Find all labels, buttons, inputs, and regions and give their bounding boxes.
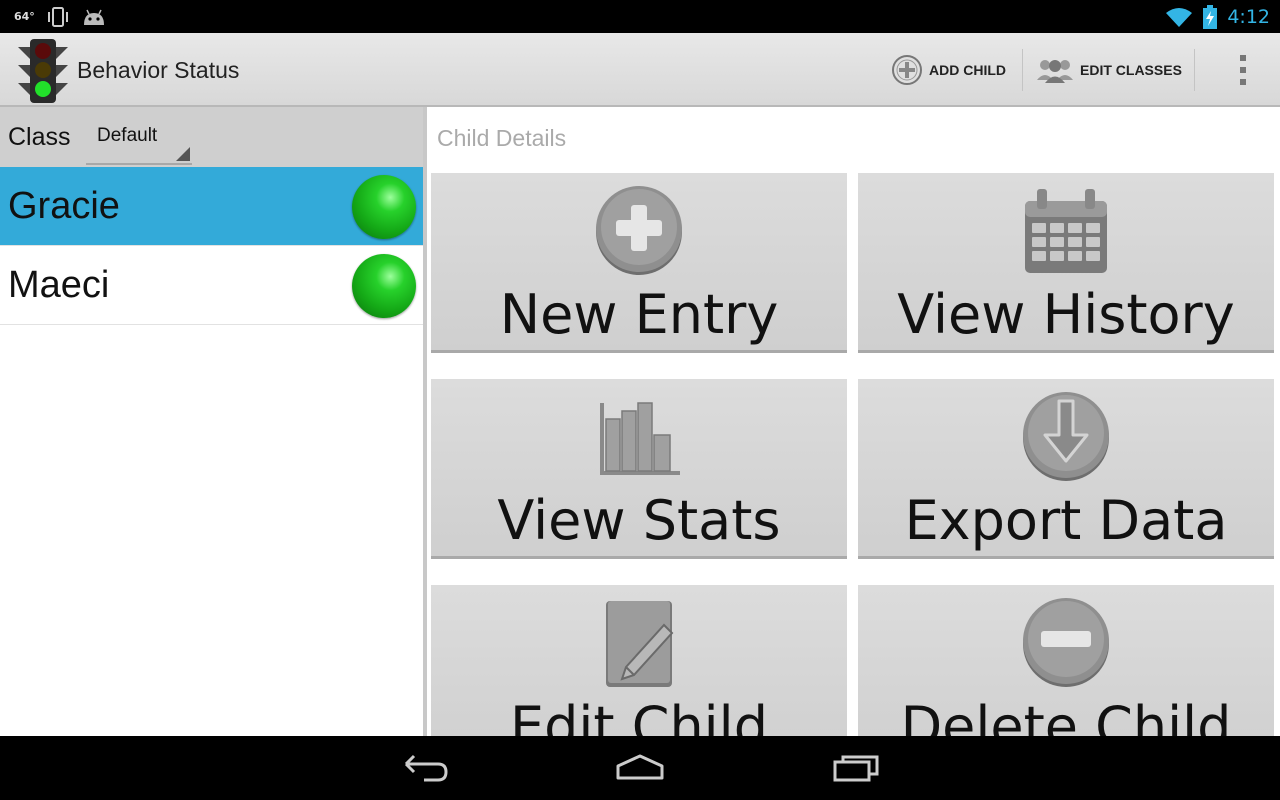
child-details-pane: Child Details New Entry View History Vie… — [427, 107, 1280, 736]
status-bar: 64° 4:12 — [0, 0, 1280, 33]
child-name: Gracie — [8, 185, 120, 227]
delete-child-button[interactable]: Delete Child — [858, 585, 1274, 736]
children-list-pane: Class Default Gracie Maeci — [0, 107, 423, 736]
add-child-button[interactable]: ADD CHILD — [891, 33, 1006, 107]
clock-text: 4:12 — [1227, 5, 1270, 28]
green-status-icon — [352, 175, 416, 239]
list-item-child[interactable]: Gracie — [0, 167, 423, 246]
class-spinner-value: Default — [97, 125, 158, 146]
action-separator — [1194, 49, 1195, 91]
green-status-icon — [352, 254, 416, 318]
navigation-bar — [0, 736, 1280, 800]
edit-icon — [606, 601, 674, 687]
view-stats-button[interactable]: View Stats — [431, 379, 847, 559]
list-item-child[interactable]: Maeci — [0, 246, 423, 325]
edit-classes-label: EDIT CLASSES — [1080, 62, 1182, 78]
action-bar: Behavior Status ADD CHILD EDIT CLASSES — [0, 33, 1280, 107]
child-name: Maeci — [8, 264, 110, 306]
vibrate-icon — [47, 6, 68, 27]
plus-circle-icon — [596, 186, 682, 275]
overflow-menu-icon[interactable] — [1236, 55, 1250, 85]
recent-apps-icon[interactable] — [827, 748, 887, 788]
class-spinner[interactable]: Default — [86, 119, 192, 165]
new-entry-button[interactable]: New Entry — [431, 173, 847, 353]
view-history-button[interactable]: View History — [858, 173, 1274, 353]
download-icon — [1023, 392, 1109, 481]
minus-circle-icon — [1023, 598, 1109, 687]
home-icon[interactable] — [610, 748, 670, 788]
child-details-title: Child Details — [437, 125, 567, 151]
bar-chart-icon — [600, 402, 680, 475]
calendar-icon — [1025, 189, 1107, 273]
delete-child-label: Delete Child — [900, 695, 1232, 736]
add-child-label: ADD CHILD — [929, 62, 1006, 78]
android-icon — [83, 9, 104, 25]
view-history-label: View History — [897, 283, 1235, 346]
battery-charging-icon — [1203, 4, 1218, 29]
app-title: Behavior Status — [77, 57, 240, 83]
back-icon[interactable] — [394, 748, 454, 788]
wifi-icon — [1166, 7, 1193, 27]
view-stats-label: View Stats — [497, 489, 781, 552]
add-circle-icon — [892, 55, 922, 85]
edit-classes-button[interactable]: EDIT CLASSES — [1036, 33, 1182, 107]
new-entry-label: New Entry — [499, 283, 779, 346]
export-data-button[interactable]: Export Data — [858, 379, 1274, 559]
temperature-text: 64° — [14, 10, 35, 23]
traffic-light-icon[interactable] — [14, 37, 72, 103]
group-icon — [1037, 60, 1073, 83]
action-separator — [1022, 49, 1023, 91]
edit-child-button[interactable]: Edit Child — [431, 585, 847, 736]
class-filter-row: Class Default — [0, 107, 423, 167]
spinner-arrow-icon — [176, 147, 190, 161]
export-data-label: Export Data — [904, 489, 1228, 552]
class-label: Class — [8, 123, 71, 151]
edit-child-label: Edit Child — [510, 695, 768, 736]
